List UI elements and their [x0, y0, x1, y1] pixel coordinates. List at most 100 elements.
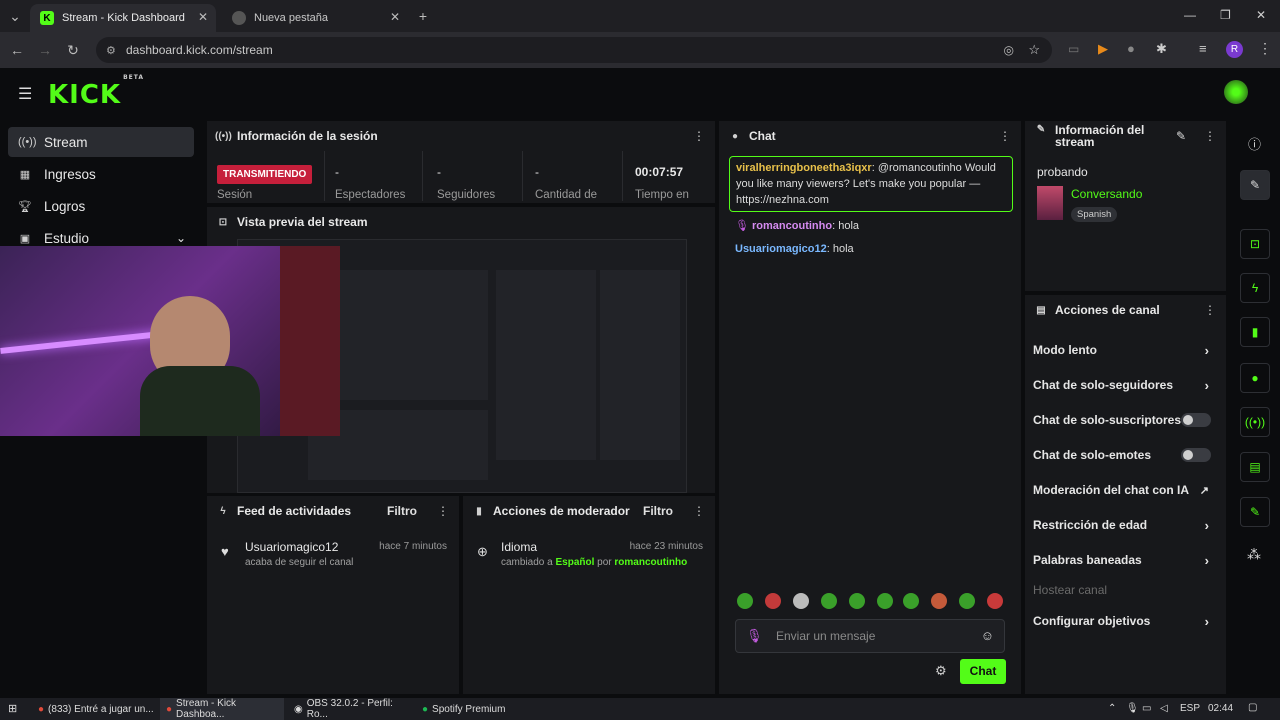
close-tab-icon[interactable]: ✕: [390, 10, 400, 24]
emote-icon[interactable]: [793, 593, 809, 609]
rail-edit-button[interactable]: ✎: [1240, 170, 1270, 200]
toggle-switch[interactable]: [1181, 413, 1211, 427]
action-label: Modo lento: [1033, 343, 1097, 357]
extension-icon[interactable]: ▭: [1068, 42, 1079, 56]
streamer-shirt: [140, 366, 260, 436]
chart-icon: ▦: [19, 168, 31, 181]
rail-activity-button[interactable]: ϟ: [1240, 273, 1270, 303]
stat-value: 00:07:57: [635, 165, 684, 179]
edit-pencil-icon[interactable]: ✎: [1176, 129, 1186, 143]
emote-icon[interactable]: [821, 593, 837, 609]
rail-info-button[interactable]: ✎: [1240, 497, 1270, 527]
emote-icon[interactable]: [849, 593, 865, 609]
forward-icon[interactable]: →: [36, 41, 54, 59]
url-bar[interactable]: ⚙ dashboard.kick.com/stream ◎ ☆: [96, 37, 1052, 63]
chat-message[interactable]: 🎙︎ romancoutinho: hola: [735, 218, 859, 234]
emote-icon[interactable]: [931, 593, 947, 609]
taskbar-item[interactable]: ● Stream - Kick Dashboa...: [160, 698, 284, 720]
filter-button[interactable]: Filtro: [387, 504, 417, 518]
browser-tab-active[interactable]: K Stream - Kick Dashboard ✕: [30, 4, 216, 32]
mic-icon: 🎙︎: [735, 220, 749, 232]
tab-search-icon[interactable]: ⌄: [6, 7, 24, 25]
url-text: dashboard.kick.com/stream: [126, 43, 273, 57]
close-tab-icon[interactable]: ✕: [198, 10, 208, 24]
action-solo-seguidores[interactable]: Chat de solo-seguidores ›: [1033, 370, 1219, 400]
rail-chat-button[interactable]: ●: [1240, 363, 1270, 393]
chat-send-button[interactable]: Chat: [960, 659, 1006, 684]
action-palabras-baneadas[interactable]: Palabras baneadas ›: [1033, 545, 1219, 575]
hamburger-menu-icon[interactable]: ☰: [18, 84, 32, 104]
user-avatar[interactable]: [1224, 80, 1248, 104]
taskbar-item[interactable]: ◉ OBS 32.0.2 - Perfil: Ro...: [288, 698, 412, 720]
rail-preview-button[interactable]: ⊡: [1240, 229, 1270, 259]
kebab-menu-icon[interactable]: ⋮: [1204, 129, 1216, 143]
chat-username[interactable]: Usuariomagico12: [735, 243, 827, 255]
kebab-menu-icon[interactable]: ⋮: [437, 504, 449, 518]
keyboard-language[interactable]: ESP: [1180, 703, 1200, 714]
minimize-icon[interactable]: —: [1184, 8, 1196, 22]
eye-off-icon[interactable]: ◎: [1004, 43, 1014, 57]
emote-icon[interactable]: [737, 593, 753, 609]
share-icon[interactable]: ⁂: [1247, 546, 1261, 563]
emote-icon[interactable]: [987, 593, 1003, 609]
kebab-menu-icon[interactable]: ⋮: [999, 129, 1011, 143]
pencil-icon: ✎: [1249, 178, 1261, 192]
taskbar-item[interactable]: ● Spotify Premium: [416, 698, 516, 720]
mic-icon[interactable]: 🎙︎: [746, 628, 763, 644]
sidebar-item-logros[interactable]: 🏆︎ Logros: [8, 191, 194, 221]
chat-input[interactable]: 🎙︎ Enviar un mensaje ☺: [735, 619, 1005, 653]
chevron-right-icon: ›: [1204, 342, 1209, 358]
action-moderacion-ia[interactable]: Moderación del chat con IA ↗: [1033, 475, 1219, 505]
rail-modlog-button[interactable]: ▮: [1240, 317, 1270, 347]
kebab-menu-icon[interactable]: ⋮: [1204, 303, 1216, 317]
reload-icon[interactable]: ↻: [64, 41, 82, 59]
new-tab-icon[interactable]: +: [414, 7, 432, 25]
start-icon[interactable]: ⊞: [8, 702, 17, 715]
browser-menu-icon[interactable]: ⋮: [1258, 40, 1272, 57]
chat-message-highlighted[interactable]: viralherringboneetha3iqxr: @romancoutinh…: [729, 156, 1013, 212]
chat-username[interactable]: romancoutinho: [752, 220, 832, 232]
browser-tab[interactable]: Nueva pestaña ✕: [222, 4, 408, 32]
sidebar-item-stream[interactable]: ((•)) Stream: [8, 127, 194, 157]
extensions-puzzle-icon[interactable]: ✱: [1156, 41, 1167, 57]
action-configurar-objetivos[interactable]: Configurar objetivos ›: [1033, 606, 1219, 636]
kebab-menu-icon[interactable]: ⋮: [693, 504, 705, 518]
settings-gear-icon[interactable]: ⚙: [935, 663, 947, 679]
notifications-icon[interactable]: ▢: [1248, 702, 1257, 713]
maximize-icon[interactable]: ❐: [1220, 8, 1231, 22]
toggle-switch[interactable]: [1181, 448, 1211, 462]
emote-icon[interactable]: [877, 593, 893, 609]
kick-logo[interactable]: KICKBETA: [48, 74, 143, 110]
chat-username[interactable]: viralherringboneetha3iqxr: [736, 162, 872, 174]
reading-list-icon[interactable]: ≡: [1199, 41, 1207, 56]
mod-action-time: hace 23 minutos: [629, 541, 703, 552]
chat-message[interactable]: Usuariomagico12: hola: [735, 241, 854, 257]
mic-tray-icon[interactable]: 🎙︎: [1126, 703, 1139, 714]
stream-category[interactable]: Conversando: [1071, 187, 1142, 201]
info-icon[interactable]: ⓘ: [1248, 134, 1261, 153]
site-info-icon[interactable]: ⚙: [106, 44, 116, 57]
action-modo-lento[interactable]: Modo lento ›: [1033, 335, 1219, 365]
system-clock[interactable]: 02:44: [1208, 703, 1233, 714]
kebab-menu-icon[interactable]: ⋮: [693, 129, 705, 143]
extension-icon[interactable]: ●: [1127, 41, 1135, 56]
extension-play-icon[interactable]: ▶: [1098, 41, 1108, 57]
sidebar-item-ingresos[interactable]: ▦ Ingresos: [8, 159, 194, 189]
emoji-icon[interactable]: ☺: [981, 628, 994, 643]
emote-icon[interactable]: [903, 593, 919, 609]
rail-session-button[interactable]: ((•)): [1240, 407, 1270, 437]
emote-icon[interactable]: [959, 593, 975, 609]
close-window-icon[interactable]: ✕: [1256, 8, 1266, 22]
volume-icon[interactable]: ◁: [1160, 703, 1168, 714]
taskbar-item[interactable]: ● (833) Entré a jugar un...: [32, 698, 156, 720]
emote-icon[interactable]: [765, 593, 781, 609]
action-restriccion-edad[interactable]: Restricción de edad ›: [1033, 510, 1219, 540]
back-icon[interactable]: ←: [8, 41, 26, 59]
network-icon[interactable]: ▭: [1142, 703, 1151, 714]
tray-chevron-icon[interactable]: ⌃: [1108, 703, 1116, 714]
profile-avatar[interactable]: R: [1226, 41, 1243, 58]
stat-label: Cantidad de: [535, 189, 598, 201]
rail-actions-button[interactable]: ▤: [1240, 452, 1270, 482]
bookmark-star-icon[interactable]: ☆: [1028, 42, 1040, 58]
filter-button[interactable]: Filtro: [643, 504, 673, 518]
